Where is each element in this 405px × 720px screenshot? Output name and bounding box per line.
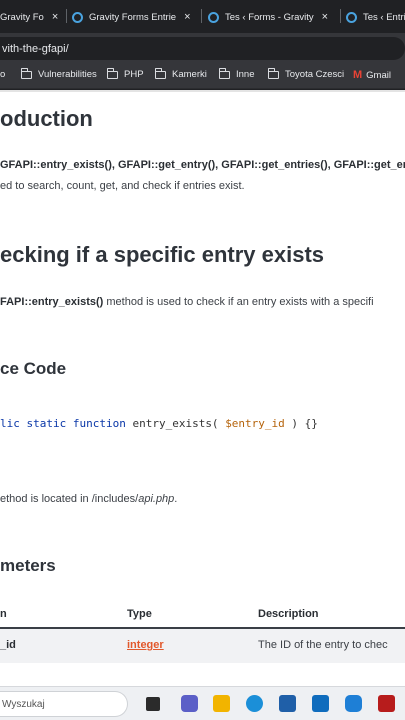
tab-gravity-forms[interactable]: Gravity Fo × — [0, 4, 60, 30]
bookmark-item[interactable]: o — [0, 69, 5, 80]
table-header-name: n — [0, 608, 7, 620]
location-suffix: . — [174, 493, 178, 505]
page-top-border — [0, 90, 405, 92]
tab-separator — [66, 9, 67, 23]
bookmark-folder-php[interactable]: PHP — [106, 68, 144, 80]
close-icon[interactable]: × — [52, 11, 58, 23]
bookmark-label: o — [0, 69, 6, 80]
intro-methods-line: GFAPI::entry_exists(), GFAPI::get_entry(… — [0, 159, 405, 171]
code-keywords: lic static — [0, 417, 67, 430]
bookmark-label: Gmail — [366, 69, 391, 81]
windows-taskbar: Wyszukaj — [0, 686, 405, 720]
bookmark-gmail[interactable]: M Gmail — [353, 69, 391, 81]
tab-tes-entries[interactable]: Tes ‹ Entrie — [346, 4, 405, 30]
gmail-icon: M — [353, 69, 363, 81]
param-type-link[interactable]: integer — [127, 639, 164, 651]
methods-list: GFAPI::entry_exists(), GFAPI::get_entry(… — [0, 159, 405, 171]
code-end: ) {} — [284, 417, 318, 430]
filezilla-icon[interactable] — [378, 695, 395, 712]
bookmark-label: Inne — [236, 69, 255, 80]
bookmark-label: PHP — [124, 69, 144, 80]
bookmarks-bar: o Vulnerabilities PHP Kamerki Inne Toyot… — [0, 63, 405, 89]
search-placeholder: Wyszukaj — [2, 698, 45, 710]
code-signature: lic static function entry_exists( $entry… — [0, 417, 318, 430]
intro-heading: oduction — [0, 106, 93, 131]
teams-icon[interactable] — [181, 695, 198, 712]
taskbar-search[interactable]: Wyszukaj — [0, 691, 128, 717]
address-bar[interactable]: vith-the-gfapi/ — [0, 37, 405, 60]
bookmark-folder-toyota-czesci[interactable]: Toyota Czesci — [267, 68, 345, 80]
wordpress-icon — [72, 11, 83, 23]
section-heading: ecking if a specific entry exists — [0, 242, 325, 267]
wordpress-icon — [346, 11, 357, 23]
tab-gravity-forms-entries[interactable]: Gravity Forms Entrie × — [72, 4, 196, 30]
folder-icon — [20, 68, 32, 79]
section-description-text: method is used to check if an entry exis… — [103, 296, 374, 308]
table-header-type: Type — [127, 608, 152, 620]
mail-icon[interactable] — [312, 695, 329, 712]
tab-title: Gravity Forms Entrie — [89, 11, 177, 23]
tab-title: Tes ‹ Forms - Gravity — [225, 11, 314, 23]
tab-title: Gravity Fo — [0, 11, 44, 23]
bookmark-label: Kamerki — [172, 69, 207, 80]
bookmark-label: Vulnerabilities — [38, 69, 97, 80]
location-prefix: ethod is located in /includes/ — [0, 493, 139, 505]
browser-toolbar: vith-the-gfapi/ — [0, 33, 405, 63]
param-description: The ID of the entry to chec — [258, 639, 388, 651]
param-name: _id — [0, 639, 16, 651]
folder-icon — [154, 68, 166, 79]
close-icon[interactable]: × — [184, 11, 190, 23]
tab-separator — [340, 9, 341, 23]
url-text: vith-the-gfapi/ — [2, 42, 69, 55]
tab-separator — [201, 9, 202, 23]
task-view-icon[interactable] — [146, 697, 160, 711]
code-function-keyword: function — [72, 417, 126, 430]
bookmark-folder-kamerki[interactable]: Kamerki — [154, 68, 207, 80]
location-file: api.php — [138, 493, 175, 505]
edge-icon[interactable] — [246, 695, 263, 712]
wordpress-icon — [208, 11, 219, 23]
close-icon[interactable]: × — [322, 11, 328, 23]
bookmark-folder-inne[interactable]: Inne — [218, 68, 255, 80]
section-description: FAPI::entry_exists() method is used to c… — [0, 296, 374, 308]
tab-title: Tes ‹ Entrie — [363, 11, 405, 23]
store-icon[interactable] — [279, 695, 296, 712]
method-name: FAPI::entry_exists() — [0, 296, 104, 308]
table-header-description: Description — [258, 608, 319, 620]
folder-icon — [218, 68, 230, 79]
source-code-heading: ce Code — [0, 359, 67, 378]
location-text: ethod is located in /includes/api.php. — [0, 493, 177, 505]
file-explorer-icon[interactable] — [213, 695, 230, 712]
folder-icon — [267, 68, 279, 79]
parameters-heading: meters — [0, 556, 56, 575]
bookmark-label: Toyota Czesci — [285, 69, 345, 80]
code-variable: $entry_id — [225, 417, 285, 430]
folder-icon — [106, 68, 118, 79]
bookmark-folder-vulnerabilities[interactable]: Vulnerabilities — [20, 68, 97, 80]
code-function-name: entry_exists( — [125, 417, 226, 430]
browser-tab-strip: Gravity Fo × Gravity Forms Entrie × Tes … — [0, 0, 405, 33]
tab-tes-forms[interactable]: Tes ‹ Forms - Gravity × — [208, 4, 336, 30]
intro-description: ed to search, count, get, and check if e… — [0, 180, 245, 192]
app-icon[interactable] — [345, 695, 362, 712]
